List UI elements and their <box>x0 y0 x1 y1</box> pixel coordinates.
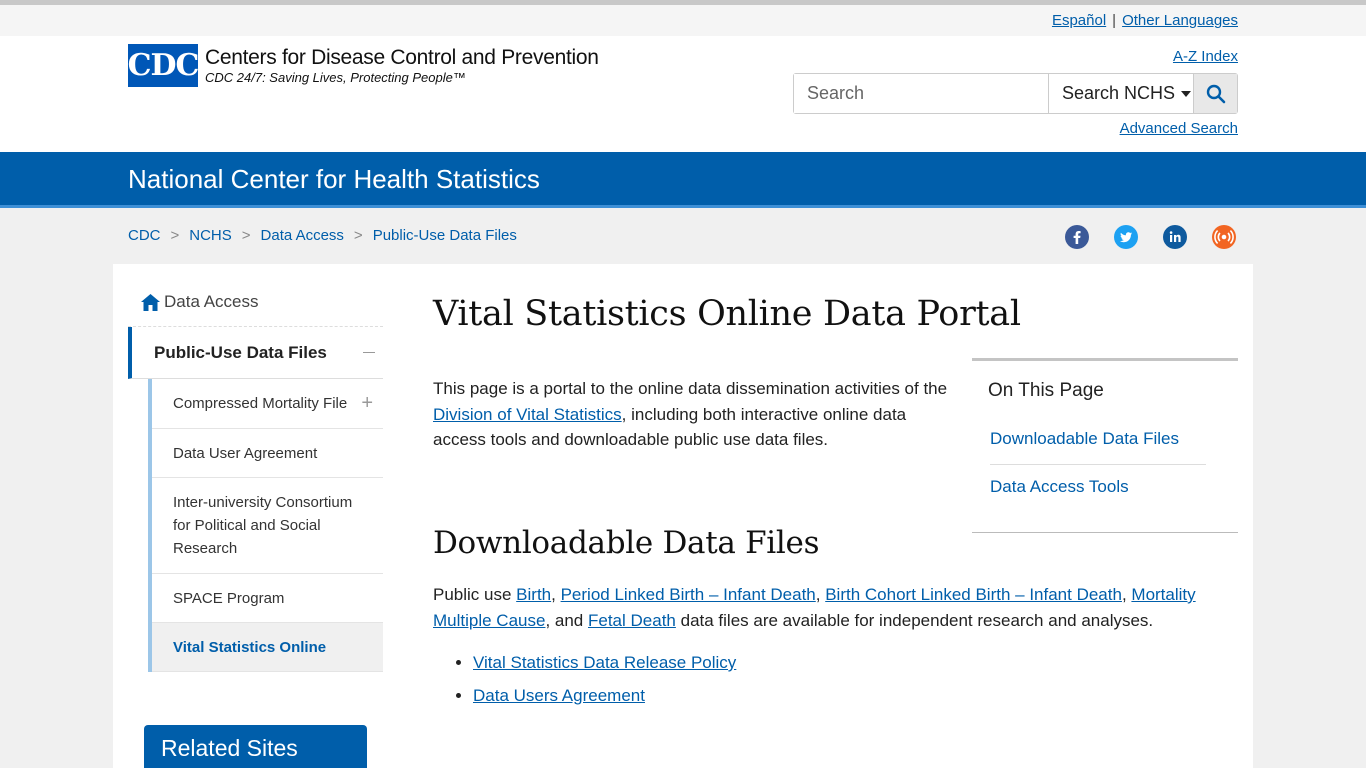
sidebar-item-label: SPACE Program <box>173 589 285 607</box>
section-heading-downloadable: Downloadable Data Files <box>433 525 820 561</box>
dl-separator: , <box>551 585 561 604</box>
on-this-page-box: On This Page Downloadable Data Files Dat… <box>972 358 1238 533</box>
logo-tagline: CDC 24/7: Saving Lives, Protecting Peopl… <box>205 69 466 85</box>
dl-separator: , <box>1121 585 1132 604</box>
breadcrumb-separator: > <box>353 227 363 244</box>
site-header: CDC Centers for Disease Control and Prev… <box>0 36 1366 152</box>
birth-link[interactable]: Birth <box>516 585 551 604</box>
search-button[interactable] <box>1194 74 1237 113</box>
facebook-icon[interactable] <box>1065 225 1089 249</box>
sidebar-item-label: Inter-university Consortium for Politica… <box>173 494 353 557</box>
breadcrumb-data-access[interactable]: Data Access <box>261 227 344 244</box>
sidebar-item-public-use-data-files[interactable]: Public-Use Data Files <box>128 327 383 379</box>
sidebar-item-space-program[interactable]: SPACE Program <box>152 574 383 623</box>
sidebar-item-icpsr[interactable]: Inter-university Consortium for Politica… <box>152 478 383 574</box>
search-scope-label: Search NCHS <box>1062 83 1176 103</box>
linkedin-icon[interactable] <box>1163 225 1187 249</box>
social-links <box>1065 225 1236 249</box>
breadcrumb-cdc[interactable]: CDC <box>128 227 161 244</box>
cdc-logo-text: Centers for Disease Control and Preventi… <box>205 46 599 86</box>
period-linked-link[interactable]: Period Linked Birth – Infant Death <box>561 585 816 604</box>
caret-down-icon <box>1181 90 1192 97</box>
expand-icon[interactable]: + <box>361 392 373 415</box>
birth-cohort-linked-link[interactable]: Birth Cohort Linked Birth – Infant Death <box>825 585 1122 604</box>
dl-separator: , <box>815 585 826 604</box>
twitter-icon[interactable] <box>1114 225 1138 249</box>
banner-title[interactable]: National Center for Health Statistics <box>128 164 540 195</box>
search-scope-dropdown[interactable]: Search NCHS <box>1049 74 1194 113</box>
sidebar-current-label: Public-Use Data Files <box>154 342 327 362</box>
sidebar-item-compressed-mortality[interactable]: Compressed Mortality File + <box>152 379 383 429</box>
logo-title: Centers for Disease Control and Preventi… <box>205 45 599 69</box>
resource-list: Vital Statistics Data Release Policy Dat… <box>473 650 736 716</box>
syndicate-icon[interactable] <box>1212 225 1236 249</box>
content-area: Data Access Public-Use Data Files Compre… <box>113 264 1253 768</box>
intro-paragraph: This page is a portal to the online data… <box>433 376 953 453</box>
breadcrumb-separator: > <box>241 227 251 244</box>
sidebar: Data Access Public-Use Data Files Compre… <box>128 278 383 672</box>
cdc-logo-mark: CDC <box>128 44 199 87</box>
breadcrumb: CDC > NCHS > Data Access > Public-Use Data Fil… <box>128 227 517 244</box>
language-bar: Español | Other Languages <box>0 5 1366 36</box>
page-title: Vital Statistics Online Data Portal <box>433 294 1021 334</box>
search-bar: Search NCHS <box>793 73 1238 114</box>
intro-text-start: This page is a portal to the online data… <box>433 379 948 398</box>
sidebar-item-label: Data User Agreement <box>173 444 318 462</box>
list-item: Data Users Agreement <box>473 683 736 708</box>
downloadable-paragraph: Public use Birth, Period Linked Birth – … <box>433 582 1243 634</box>
home-icon <box>141 293 160 311</box>
language-links: Español | Other Languages <box>1052 12 1238 29</box>
collapse-icon[interactable] <box>363 352 375 353</box>
language-separator: | <box>1112 12 1117 29</box>
related-sites-header[interactable]: Related Sites <box>144 725 367 768</box>
list-item: Vital Statistics Data Release Policy <box>473 650 736 675</box>
sidebar-subnav: Compressed Mortality File + Data User Ag… <box>148 379 383 672</box>
otp-link-downloadable[interactable]: Downloadable Data Files <box>990 429 1206 465</box>
espanol-link[interactable]: Español <box>1052 12 1106 29</box>
sidebar-home[interactable]: Data Access <box>128 278 383 327</box>
sidebar-home-label: Data Access <box>164 292 259 311</box>
data-users-agreement-link[interactable]: Data Users Agreement <box>473 686 645 705</box>
fetal-death-link[interactable]: Fetal Death <box>588 611 676 630</box>
sidebar-item-data-user-agreement[interactable]: Data User Agreement <box>152 429 383 478</box>
dl-text-start: Public use <box>433 585 517 604</box>
az-index-link[interactable]: A-Z Index <box>1173 48 1238 65</box>
site-banner: National Center for Health Statistics <box>0 152 1366 208</box>
sidebar-item-label: Compressed Mortality File <box>173 395 348 412</box>
main-content: Vital Statistics Online Data Portal This… <box>433 294 1239 705</box>
division-vital-statistics-link[interactable]: Division of Vital Statistics <box>433 405 622 424</box>
dl-and: , and <box>545 611 588 630</box>
on-this-page-title: On This Page <box>988 380 1104 401</box>
cdc-logo[interactable]: CDC Centers for Disease Control and Prev… <box>128 44 599 87</box>
advanced-search-link[interactable]: Advanced Search <box>1120 120 1238 137</box>
sidebar-item-label: Vital Statistics Online <box>173 638 327 656</box>
search-icon <box>1206 84 1225 103</box>
search-input[interactable] <box>794 74 1049 113</box>
dl-text-end: data files are available for independent… <box>675 611 1154 630</box>
breadcrumb-public-use[interactable]: Public-Use Data Files <box>373 227 517 244</box>
sidebar-item-vital-statistics-online[interactable]: Vital Statistics Online <box>152 623 383 672</box>
otp-link-data-access-tools[interactable]: Data Access Tools <box>990 477 1129 497</box>
other-languages-link[interactable]: Other Languages <box>1122 12 1238 29</box>
breadcrumb-separator: > <box>170 227 180 244</box>
release-policy-link[interactable]: Vital Statistics Data Release Policy <box>473 653 736 672</box>
breadcrumb-nchs[interactable]: NCHS <box>189 227 232 244</box>
